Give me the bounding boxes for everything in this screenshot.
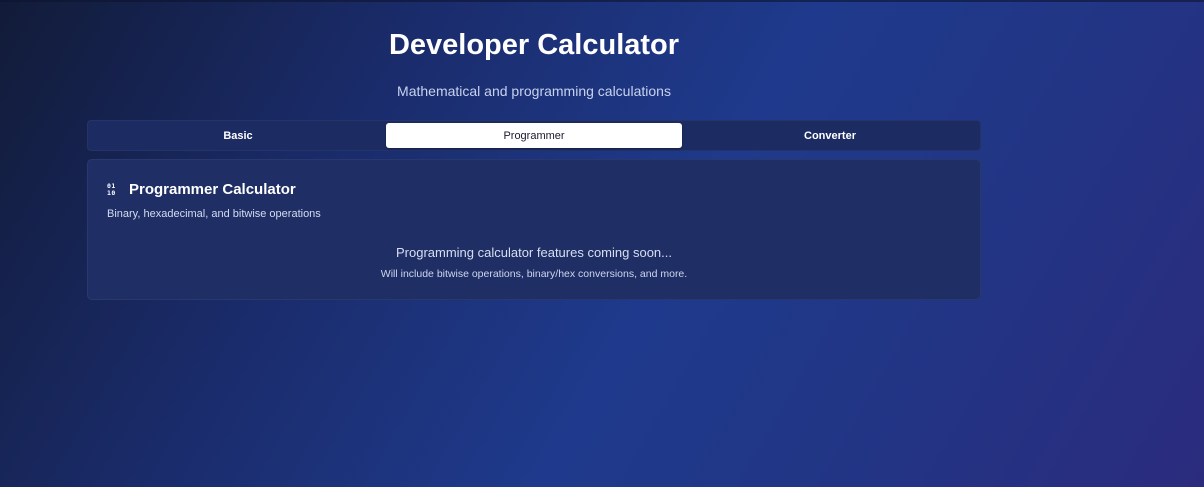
card-description: Binary, hexadecimal, and bitwise operati…: [107, 208, 321, 220]
tab-programmer[interactable]: Programmer: [386, 123, 682, 148]
calculator-tabs: Basic Programmer Converter: [87, 120, 981, 151]
binary-icon-line-2: 10: [107, 188, 116, 197]
page-subtitle: Mathematical and programming calculation…: [397, 83, 671, 99]
card-title: Programmer Calculator: [129, 181, 296, 198]
page-title: Developer Calculator: [388, 29, 680, 61]
tab-basic[interactable]: Basic: [90, 123, 386, 148]
card-header: 01 10 Programmer Calculator: [107, 181, 296, 198]
programmer-calculator-card: 01 10 Programmer Calculator Binary, hexa…: [87, 159, 981, 300]
tab-converter[interactable]: Converter: [682, 123, 978, 148]
coming-soon-message: Programming calculator features coming s…: [395, 245, 672, 260]
page-header: Developer Calculator Mathematical and pr…: [0, 26, 1068, 100]
coming-soon-details: Will include bitwise operations, binary/…: [380, 268, 688, 280]
binary-icon: 01 10: [107, 182, 121, 198]
window-top-border: [0, 0, 1204, 2]
